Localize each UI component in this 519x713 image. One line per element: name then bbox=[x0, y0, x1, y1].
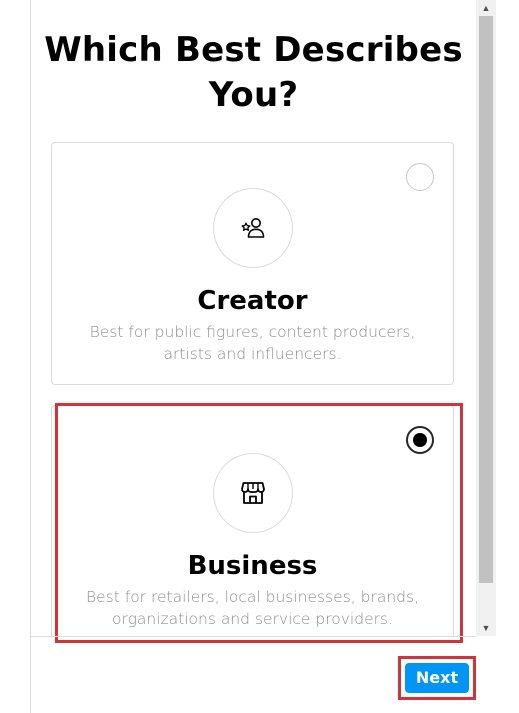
radio-selected-dot bbox=[413, 433, 427, 447]
business-description: Best for retailers, local businesses, br… bbox=[85, 588, 420, 628]
vertical-scrollbar[interactable]: ▲ ▼ bbox=[476, 0, 496, 636]
creator-description: Best for public figures, content produce… bbox=[89, 323, 416, 363]
scroll-up-arrow-icon[interactable]: ▲ bbox=[476, 0, 496, 16]
business-radio-selected[interactable] bbox=[406, 426, 434, 454]
storefront-icon bbox=[241, 482, 265, 504]
dialog-title: Which Best Describes You? bbox=[44, 30, 463, 115]
scroll-down-arrow-icon[interactable]: ▼ bbox=[476, 620, 496, 636]
footer-divider bbox=[31, 636, 476, 637]
next-button-highlight: Next bbox=[398, 656, 476, 700]
option-card-creator[interactable]: Creator Best for public figures, content… bbox=[51, 142, 454, 385]
business-icon-circle bbox=[213, 453, 293, 533]
scrollbar-thumb[interactable] bbox=[479, 16, 493, 583]
business-title: Business bbox=[187, 551, 318, 581]
creator-icon-circle bbox=[213, 188, 293, 268]
creator-radio[interactable] bbox=[406, 163, 434, 191]
creator-title: Creator bbox=[197, 286, 308, 316]
option-card-business[interactable]: Business Best for retailers, local busin… bbox=[51, 405, 454, 636]
creator-star-person-icon bbox=[241, 218, 265, 238]
dialog-scroll-content[interactable]: Which Best Describes You? Creator Best f… bbox=[31, 0, 476, 636]
account-type-dialog: Which Best Describes You? Creator Best f… bbox=[0, 0, 519, 713]
next-button[interactable]: Next bbox=[405, 663, 469, 693]
